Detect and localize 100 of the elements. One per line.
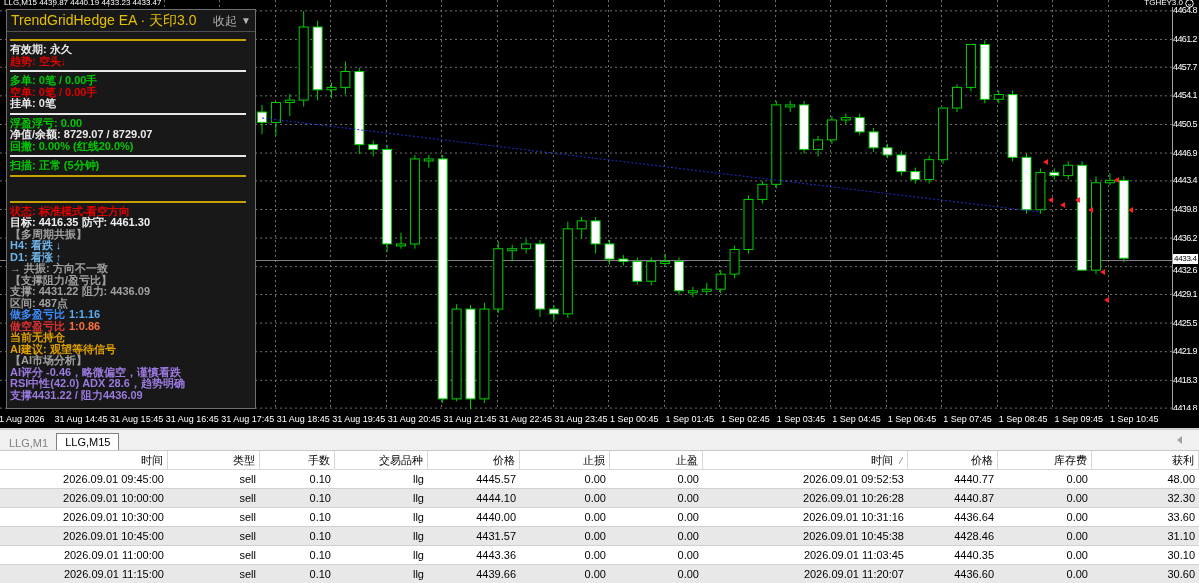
panel-text: 状态: 标准模式-看空方向	[10, 205, 131, 217]
table-cell-text: 4445.57	[475, 472, 517, 487]
table-cell-text: 2026.09.01 09:52:53	[802, 472, 905, 487]
table-cell-text: 4436.64	[953, 510, 995, 525]
price-label: 4443.4	[1173, 175, 1197, 186]
time-label: 31 Aug 16:45	[165, 414, 219, 424]
column-header[interactable]: 价格	[971, 451, 993, 469]
table-cell-text: 2026.09.01 10:00:00	[62, 491, 165, 506]
table-cell-text: 0.10	[308, 548, 332, 563]
column-header[interactable]: 获利	[1172, 451, 1194, 469]
table-cell-text: 4440.00	[475, 510, 517, 525]
table-cell-text: 0.10	[308, 491, 332, 506]
price-label: 4439.8	[1173, 203, 1197, 214]
price-label: 4429.1	[1173, 289, 1197, 299]
column-header[interactable]: 时间	[141, 451, 163, 469]
table-cell-text: llg	[412, 472, 425, 487]
panel-value: 1:0.86	[69, 320, 101, 332]
table-cell-text: 0.00	[676, 472, 700, 487]
table-cell-text: sell	[238, 567, 257, 582]
table-cell-text: 0.00	[1065, 510, 1089, 525]
price-label: 4425.5	[1173, 317, 1197, 328]
table-cell-text: 4439.66	[475, 567, 517, 582]
smiley-icon	[1185, 0, 1194, 8]
table-cell-text: 4440.87	[953, 491, 995, 506]
time-label: 31 Aug 15:45	[110, 414, 164, 424]
table-cell-text: 4444.10	[475, 491, 517, 506]
column-header[interactable]: 价格	[493, 451, 515, 469]
table-cell-text: 2026.09.01 11:20:07	[802, 567, 905, 582]
table-cell-text: 33.60	[1166, 510, 1196, 525]
candlestick	[854, 113, 865, 136]
price-label: 4450.5	[1173, 118, 1197, 129]
panel-title: TrendGridHedge EA · 天印3.0	[11, 11, 197, 30]
time-label: 31 Aug 20:45	[387, 414, 441, 424]
panel-text: AI评分 -0.46，略微偏空，谨慎看跌	[10, 366, 182, 378]
time-label: 1 Sep 02:45	[721, 414, 770, 424]
table-cell-text: 31.10	[1166, 529, 1196, 544]
table-cell-text: 0.10	[308, 529, 332, 544]
panel-text: RSI中性(42.0) ADX 28.6，趋势明确	[10, 378, 185, 389]
table-cell-text: 2026.09.01 09:45:00	[62, 472, 165, 487]
candlestick	[604, 239, 615, 266]
panel-text: D1: 看涨 ↑	[10, 251, 62, 263]
column-header[interactable]: 交易品种	[379, 451, 423, 469]
panel-text: 支撑4431.22 / 阻力4436.09	[10, 389, 143, 401]
candlestick	[284, 93, 295, 117]
candlestick	[687, 286, 698, 298]
scroll-left-icon[interactable]	[1177, 436, 1183, 444]
table-cell-text: 2026.09.01 11:00:00	[62, 548, 165, 563]
table-cell-text: 0.00	[583, 567, 607, 582]
table-cell-text: 0.00	[676, 548, 700, 563]
table-cell-text: 30.10	[1166, 548, 1196, 563]
collapse-button[interactable]: 收起 ▼	[213, 11, 251, 30]
column-header[interactable]: 库存费	[1054, 451, 1087, 469]
candlestick	[813, 135, 823, 158]
price-label: 4461.2	[1173, 33, 1197, 44]
candlestick	[646, 256, 657, 286]
table-cell-text: 0.10	[308, 472, 332, 487]
column-header[interactable]: 止盈	[676, 451, 698, 469]
panel-text: 区间: 487点	[10, 297, 69, 309]
chart-header: LLG,M15 4439.87 4440.19 4433.23 4433.47	[4, 0, 162, 7]
price-label: 4446.9	[1173, 147, 1197, 158]
panel-label: 做多盈亏比	[10, 309, 65, 320]
column-header[interactable]: 类型	[233, 451, 255, 469]
time-label: 1 Sep 03:45	[776, 414, 826, 424]
tab[interactable]: LLG,M1	[1, 435, 57, 450]
candlestick	[1063, 160, 1074, 181]
table-cell-text: 0.00	[583, 529, 607, 544]
panel-text: AI建议: 观望等待信号	[10, 343, 116, 355]
table-cell-text: 0.00	[1065, 529, 1089, 544]
panel-value: 1:1.16	[69, 309, 101, 321]
table-cell-text: 0.00	[1065, 548, 1089, 563]
table-cell-text: 0.00	[1065, 472, 1089, 487]
table-cell-text: 2026.09.01 10:30:00	[62, 510, 165, 525]
column-header[interactable]: 时间	[871, 451, 893, 469]
table-cell-text: 0.00	[676, 491, 700, 506]
price-label: 4464.8	[1173, 5, 1197, 16]
time-label: 31 Aug 22:45	[498, 414, 552, 424]
table-cell-text: 2026.09.01 10:31:16	[802, 510, 905, 525]
time-label: 1 Sep 04:45	[832, 414, 881, 424]
table-cell-text: llg	[412, 529, 425, 544]
table-cell-text: 0.00	[1065, 567, 1089, 582]
candlestick	[590, 216, 601, 254]
table-cell-text: sell	[238, 529, 257, 544]
candlestick	[632, 256, 643, 285]
table-cell-text: 2026.09.01 10:45:00	[62, 529, 165, 544]
table-cell-text: 0.00	[676, 510, 700, 525]
time-label: 31 Aug 21:45	[443, 414, 497, 424]
candlestick	[257, 104, 267, 135]
candlestick	[868, 127, 879, 153]
table-cell-text: 32.30	[1166, 491, 1196, 506]
time-label: 1 Sep 00:45	[610, 414, 659, 424]
table-cell-text: sell	[238, 472, 257, 487]
column-header[interactable]: 手数	[308, 451, 330, 469]
panel-label: 做空盈亏比	[10, 320, 65, 332]
time-label: 1 Sep 01:45	[665, 414, 715, 424]
column-header[interactable]: 止损	[583, 451, 605, 469]
tab[interactable]: LLG,M15	[56, 433, 120, 450]
price-label: 4432.6	[1173, 265, 1197, 276]
price-label: 4421.9	[1173, 346, 1197, 357]
table-cell-text: 0.00	[583, 491, 607, 506]
panel-text: 趋势: 空头↓	[10, 55, 67, 67]
